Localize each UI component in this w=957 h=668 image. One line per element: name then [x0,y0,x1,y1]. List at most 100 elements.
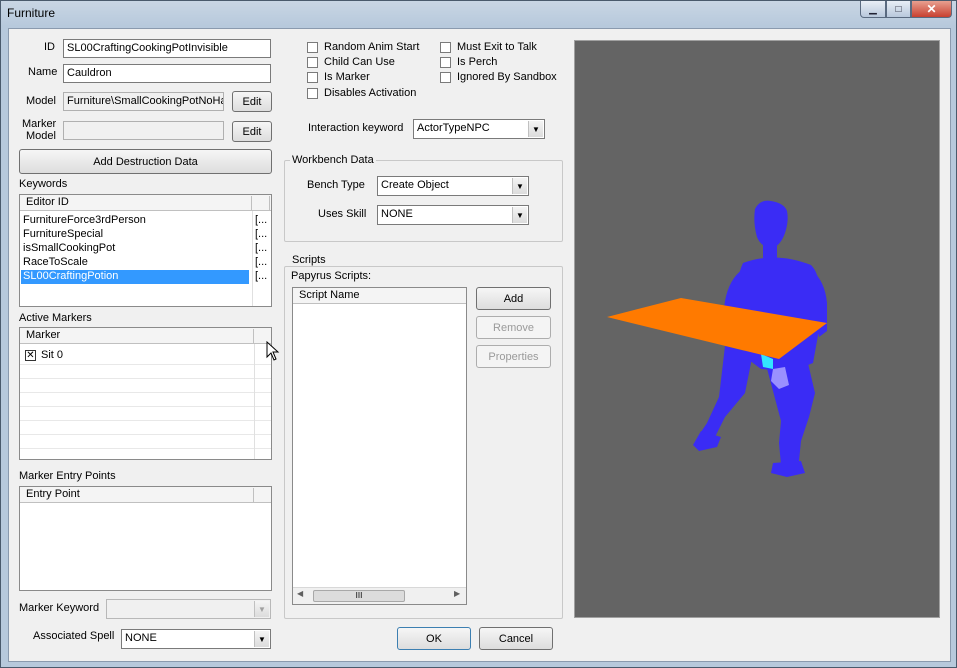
keyword-editor-id: FurnitureSpecial [23,228,104,240]
window-title: Furniture [7,6,56,20]
flag-checkbox[interactable]: Must Exit to Talk [440,41,537,53]
checkbox-box[interactable] [307,71,318,83]
scripts-title: Scripts [290,254,328,266]
flag-label: Disables Activation [324,87,417,99]
chevron-down-icon[interactable]: ▼ [528,121,543,137]
associated-spell-value: NONE [125,632,157,644]
keywords-header: Editor ID [20,195,271,211]
chevron-down-icon: ▼ [254,601,269,617]
flag-label: Is Perch [457,56,498,68]
bench-type-label: Bench Type [307,179,365,191]
keyword-extra: [... [255,214,268,226]
id-field[interactable]: SL00CraftingCookingPotInvisible [63,39,271,58]
script-name-column-header[interactable]: Script Name [295,289,465,303]
marker-keyword-label: Marker Keyword [19,602,100,614]
uses-skill-label: Uses Skill [318,208,367,220]
name-field[interactable]: Cauldron [63,64,271,83]
keyword-editor-id: isSmallCookingPot [23,242,116,254]
interaction-keyword-label: Interaction keyword [308,122,404,134]
mouse-pointer-icon [266,341,280,361]
furniture-preview-render [607,200,827,477]
scroll-thumb[interactable]: III [313,590,405,602]
entry-point-header: Entry Point [20,487,271,503]
flag-label: Child Can Use [324,56,395,68]
checkbox-box[interactable] [307,41,318,53]
scroll-right-icon[interactable]: ▶ [454,589,460,598]
model-field: Furniture\SmallCookingPotNoHa [63,92,224,111]
interaction-keyword-combo[interactable]: ActorTypeNPC ▼ [413,119,545,139]
flag-label: Is Marker [324,71,370,83]
marker-row[interactable]: ✕ Sit 0 [20,349,271,363]
marker-column-header[interactable]: Marker [22,329,254,343]
associated-spell-label: Associated Spell [33,630,115,642]
flag-checkbox[interactable]: Is Perch [440,56,497,68]
keyword-editor-id: FurnitureForce3rdPerson [23,214,146,226]
workbench-data-group [284,160,563,242]
uses-skill-value: NONE [381,208,413,220]
keywords-list[interactable]: Editor ID FurnitureForce3rdPerson [... Fur… [19,194,272,307]
marker-name: Sit 0 [41,349,64,361]
cancel-button[interactable]: Cancel [479,627,553,650]
keyword-editor-id: RaceToScale [23,256,88,268]
minimize-button[interactable]: ▁ [860,1,886,18]
keyword-row[interactable]: FurnitureForce3rdPerson [... [20,214,271,228]
marker-model-label-line1: Marker [22,118,57,130]
marker-model-field [63,121,224,140]
scroll-grip: III [355,591,363,600]
checkbox-box[interactable] [440,71,451,83]
entry-point-column-header[interactable]: Entry Point [22,488,254,502]
name-label: Name [28,66,58,78]
checkbox-box[interactable] [440,56,451,68]
associated-spell-combo[interactable]: NONE ▼ [121,629,271,649]
3d-preview-viewport[interactable] [574,40,940,618]
flag-checkbox[interactable]: Is Marker [307,71,370,83]
active-markers-header: Marker [20,328,271,344]
flag-checkbox[interactable]: Child Can Use [307,56,395,68]
keyword-row[interactable]: isSmallCookingPot [... [20,242,271,256]
keyword-row[interactable]: RaceToScale [... [20,256,271,270]
marker-model-label-line2: Model [26,130,56,142]
marker-entry-points-list[interactable]: Entry Point [19,486,272,591]
scroll-left-icon[interactable]: ◀ [297,589,303,598]
keyword-row[interactable]: SL00CraftingPotion [... [20,270,271,284]
flag-label: Ignored By Sandbox [457,71,557,83]
marker-checkbox[interactable]: ✕ [25,350,36,361]
flag-checkbox[interactable]: Ignored By Sandbox [440,71,557,83]
flag-checkbox[interactable]: Disables Activation [307,87,416,99]
close-icon: ✕ [926,2,937,16]
marker-edit-button[interactable]: Edit [232,121,272,142]
chevron-down-icon[interactable]: ▼ [512,207,527,223]
scripts-list[interactable]: Script Name ◀ III ▶ [292,287,467,605]
chevron-down-icon[interactable]: ▼ [512,178,527,194]
checkbox-box[interactable] [440,41,451,53]
remove-script-button[interactable]: Remove [476,316,551,339]
uses-skill-combo[interactable]: NONE ▼ [377,205,529,225]
maximize-button[interactable]: □ [886,1,911,18]
script-properties-button[interactable]: Properties [476,345,551,368]
add-script-button[interactable]: Add [476,287,551,310]
model-edit-button[interactable]: Edit [232,91,272,112]
bench-type-combo[interactable]: Create Object ▼ [377,176,529,196]
flag-label: Must Exit to Talk [457,41,537,53]
minimize-icon: ▁ [869,3,877,15]
add-destruction-data-button[interactable]: Add Destruction Data [19,149,272,174]
close-button[interactable]: ✕ [911,1,952,18]
editor-id-column-header[interactable]: Editor ID [22,196,252,210]
keywords-col2-header[interactable] [252,196,270,210]
flag-checkbox[interactable]: Random Anim Start [307,41,419,53]
checkbox-box[interactable] [307,87,318,99]
keyword-extra: [... [255,270,268,282]
keyword-row[interactable]: FurnitureSpecial [... [20,228,271,242]
active-markers-list[interactable]: Marker ✕ Sit 0 [19,327,272,460]
title-bar[interactable]: Furniture ▁ □ ✕ [1,1,956,28]
dialog-client: ID SL00CraftingCookingPotInvisible Name … [8,28,951,662]
bench-type-value: Create Object [381,179,449,191]
horizontal-scrollbar[interactable]: ◀ III ▶ [293,587,466,604]
maximize-icon: □ [895,3,902,15]
keyword-editor-id: SL00CraftingPotion [23,270,119,282]
keyword-extra: [... [255,256,268,268]
chevron-down-icon[interactable]: ▼ [254,631,269,647]
model-label: Model [26,95,56,107]
checkbox-box[interactable] [307,56,318,68]
ok-button[interactable]: OK [397,627,471,650]
